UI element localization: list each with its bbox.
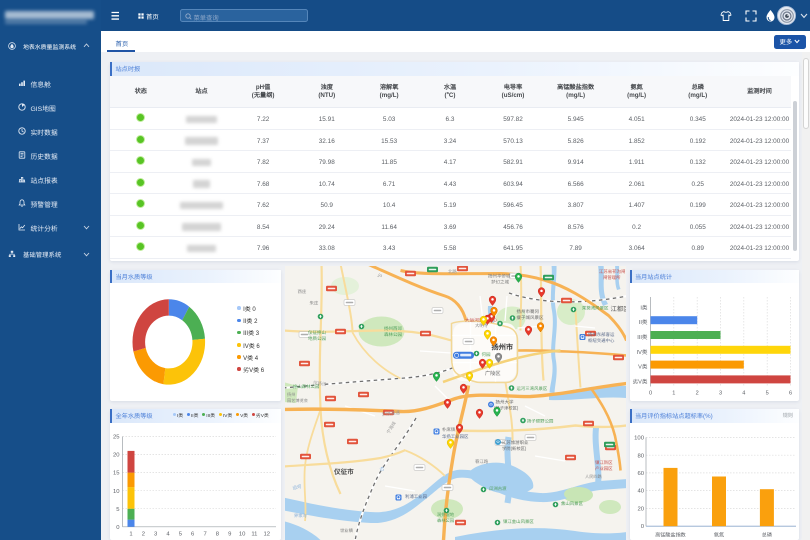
svg-text:5: 5	[765, 389, 768, 397]
svg-text:100: 100	[634, 432, 645, 441]
svg-text:1: 1	[129, 528, 132, 537]
svg-text:扬子颐野公园: 扬子颐野公园	[527, 418, 554, 424]
svg-text:广陵区: 广陵区	[485, 370, 501, 377]
svg-text:3: 3	[154, 528, 158, 537]
svg-text:劣V类: 劣V类	[632, 377, 647, 385]
svg-text:学院(新校区): 学院(新校区)	[502, 446, 527, 452]
svg-text:茱萸湾风景区: 茱萸湾风景区	[582, 305, 609, 311]
svg-text:仪征市: 仪征市	[333, 466, 354, 476]
svg-text:25: 25	[113, 431, 120, 440]
svg-text:地质公园: 地质公园	[308, 336, 326, 342]
svg-text:2: 2	[142, 528, 145, 537]
svg-text:总磷: 总磷	[761, 531, 771, 538]
svg-text:利浦工业园: 利浦工业园	[405, 494, 428, 500]
svg-text:枢纽交通中心: 枢纽交通中心	[588, 338, 615, 344]
svg-text:森林公园: 森林公园	[384, 332, 402, 338]
svg-text:10: 10	[113, 485, 120, 494]
svg-text:朴席镇: 朴席镇	[442, 427, 456, 433]
svg-text:瓜洲古渡: 瓜洲古渡	[489, 486, 507, 492]
svg-text:0: 0	[640, 521, 644, 530]
svg-text:人民四路: 人民四路	[585, 474, 603, 480]
svg-text:北路: 北路	[448, 269, 457, 275]
svg-text:11: 11	[251, 528, 257, 537]
svg-text:界家沟: 界家沟	[294, 513, 307, 519]
svg-text:80: 80	[637, 450, 644, 459]
svg-text:7: 7	[203, 528, 206, 537]
svg-text:6: 6	[788, 389, 791, 397]
svg-text:4: 4	[742, 389, 745, 397]
svg-text:20: 20	[637, 503, 644, 512]
svg-text:森林公园: 森林公园	[437, 518, 454, 524]
svg-text:1: 1	[672, 389, 675, 397]
svg-text:0: 0	[116, 521, 120, 530]
svg-text:梦幻之城: 梦幻之城	[491, 279, 509, 285]
svg-text:焦山风景区: 焦山风景区	[561, 501, 584, 507]
svg-text:0: 0	[648, 389, 651, 397]
svg-text:闸管理所: 闸管理所	[603, 275, 621, 281]
svg-text:8: 8	[216, 528, 220, 537]
svg-text:世业镇: 世业镇	[340, 528, 354, 534]
svg-text:朱庄: 朱庄	[309, 300, 318, 306]
svg-text:10: 10	[239, 528, 246, 537]
svg-text:III类: III类	[637, 333, 648, 341]
svg-text:运河三湾风景区: 运河三湾风景区	[516, 386, 547, 392]
svg-text:6: 6	[191, 528, 195, 537]
svg-text:3: 3	[718, 389, 721, 397]
svg-text:IV类: IV类	[636, 348, 647, 356]
svg-text:40: 40	[637, 485, 644, 494]
svg-text:镇江金山风景区: 镇江金山风景区	[503, 519, 534, 525]
svg-text:9: 9	[228, 528, 231, 537]
svg-text:瘦子城风景区: 瘦子城风景区	[516, 315, 543, 321]
svg-text:高锰酸盐指数: 高锰酸盐指数	[655, 531, 686, 538]
svg-text:I类: I类	[640, 303, 648, 311]
svg-text:氨氮: 氨氮	[713, 531, 723, 538]
svg-text:2: 2	[695, 389, 698, 397]
svg-text:何园: 何园	[481, 352, 490, 358]
svg-text:20: 20	[113, 449, 120, 458]
svg-text:V类: V类	[638, 363, 648, 371]
svg-text:5: 5	[116, 503, 120, 512]
svg-text:华扬工业园区: 华扬工业园区	[442, 434, 469, 440]
svg-text:西庄: 西庄	[297, 289, 306, 295]
svg-text:II类: II类	[638, 318, 647, 326]
svg-text:5: 5	[179, 528, 183, 537]
svg-text:园艺博览会: 园艺博览会	[287, 398, 309, 404]
svg-text:产业园区: 产业园区	[595, 466, 613, 472]
svg-text:4: 4	[166, 528, 170, 537]
svg-text:12: 12	[264, 528, 271, 537]
svg-text:江都区: 江都区	[610, 304, 626, 313]
svg-text:15: 15	[113, 467, 120, 476]
svg-text:60: 60	[637, 468, 644, 477]
svg-text:春江路: 春江路	[475, 459, 489, 465]
